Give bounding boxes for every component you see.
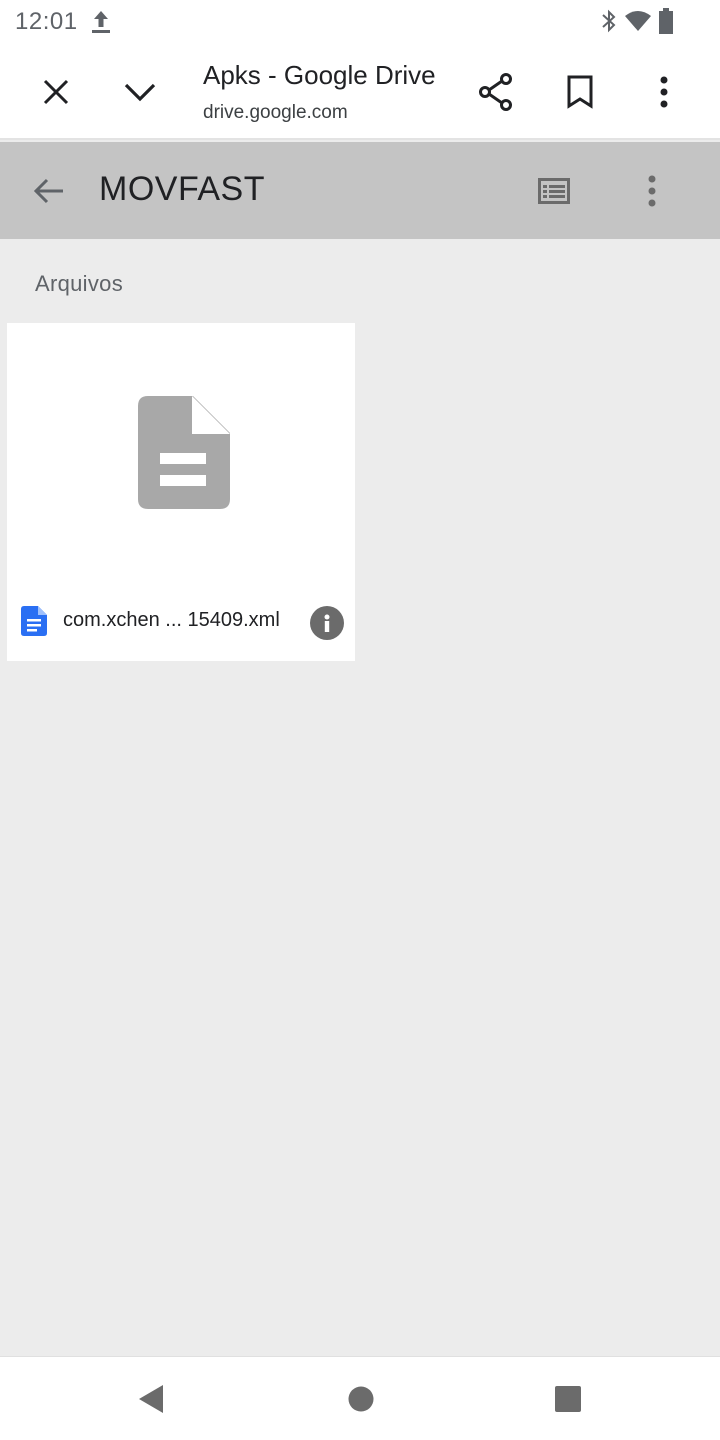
status-icons: [600, 8, 674, 34]
status-bar: 12:01: [0, 0, 720, 44]
file-info-button[interactable]: [310, 606, 344, 640]
chevron-down-icon: [124, 83, 156, 102]
more-options-button[interactable]: [634, 44, 694, 140]
wifi-icon: [625, 11, 651, 31]
bookmark-icon: [567, 75, 593, 109]
status-time: 12:01: [15, 8, 78, 35]
more-vert-icon: [648, 175, 656, 206]
folder-title: MOVFAST: [99, 170, 265, 208]
drive-toolbar: MOVFAST: [0, 142, 720, 239]
page-url[interactable]: drive.google.com: [203, 102, 348, 124]
battery-icon: [659, 8, 673, 34]
upload-icon: [92, 11, 110, 33]
home-circle-icon: [348, 1386, 374, 1412]
minimize-tab-button[interactable]: [110, 44, 170, 140]
nav-recents-button[interactable]: [528, 1357, 608, 1440]
bluetooth-icon: [602, 9, 616, 33]
recents-square-icon: [555, 1386, 581, 1412]
file-card[interactable]: com.xchen ... 15409.xml: [7, 323, 355, 661]
close-tab-button[interactable]: [26, 44, 86, 140]
file-name[interactable]: com.xchen ... 15409.xml: [63, 609, 280, 632]
nav-home-button[interactable]: [321, 1357, 401, 1440]
more-vert-icon: [660, 76, 668, 108]
info-icon: [324, 614, 330, 632]
page-title[interactable]: Apks - Google Drive: [203, 60, 436, 91]
back-arrow-icon: [33, 178, 63, 203]
nav-back-button[interactable]: [111, 1357, 191, 1440]
generic-file-icon: [138, 396, 230, 509]
custom-tab-toolbar: Apks - Google Drive drive.google.com: [0, 44, 720, 140]
share-button[interactable]: [466, 44, 526, 140]
system-nav-bar: [0, 1356, 720, 1440]
back-button[interactable]: [19, 142, 79, 239]
list-view-icon: [538, 177, 570, 204]
bookmark-button[interactable]: [550, 44, 610, 140]
folder-more-button[interactable]: [622, 142, 682, 239]
section-label: Arquivos: [35, 271, 123, 296]
share-icon: [479, 73, 512, 111]
list-view-button[interactable]: [524, 142, 584, 239]
back-triangle-icon: [139, 1385, 163, 1413]
close-icon: [43, 79, 69, 105]
docs-file-icon: [21, 606, 47, 636]
